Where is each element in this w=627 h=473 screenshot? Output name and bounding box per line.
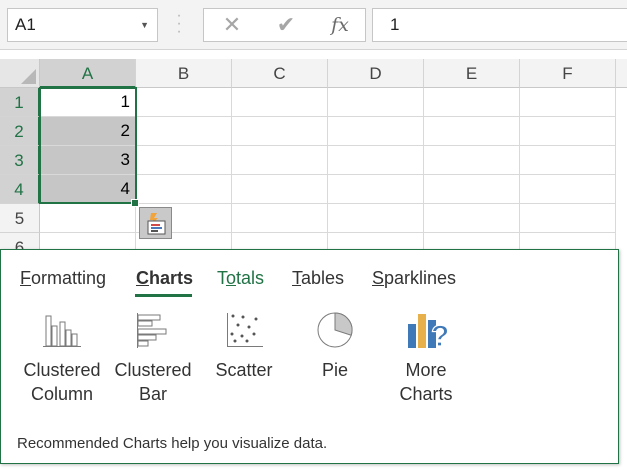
option-clustered-column[interactable]: Clustered Column [21,310,103,406]
cell-d3[interactable] [328,146,424,175]
option-label-line1: Scatter [215,360,273,380]
cell-c4[interactable] [232,175,328,204]
column-header-c[interactable]: C [232,59,328,88]
column-header-d[interactable]: D [328,59,424,88]
option-label-line2: Bar [138,384,167,404]
option-clustered-bar[interactable]: Clustered Bar [113,310,193,406]
option-scatter[interactable]: Scatter [206,310,282,382]
cell-e4[interactable] [424,175,520,204]
option-label-line2: Charts [399,384,453,404]
cell-a2[interactable]: 2 [40,117,136,146]
cell-c3[interactable] [232,146,328,175]
fill-handle[interactable] [131,199,139,207]
name-box-value: A1 [15,15,36,34]
cell-f4[interactable] [520,175,616,204]
cell-a1[interactable]: 1 [40,88,136,117]
cell-b4[interactable] [136,175,232,204]
cell-e2[interactable] [424,117,520,146]
scatter-icon [227,313,263,347]
column-header-e[interactable]: E [424,59,520,88]
cell-c2[interactable] [232,117,328,146]
cell-d5[interactable] [328,204,424,233]
cell-d1[interactable] [328,88,424,117]
tab-totals[interactable]: Totals [217,266,264,290]
row-header-1[interactable]: 1 [0,88,40,117]
tab-charts[interactable]: Charts [136,266,193,290]
chevron-down-icon[interactable]: ▼ [140,9,149,41]
row-header-3[interactable]: 3 [0,146,40,175]
option-label-line2: Column [30,384,94,404]
cell-a4[interactable]: 4 [40,175,136,204]
cell-b1[interactable] [136,88,232,117]
panel-description: Recommended Charts help you visualize da… [17,435,328,452]
formula-buttons: ✕ ✔ fx [203,8,366,42]
svg-text:?: ? [431,320,449,350]
tab-tables[interactable]: Tables [292,266,344,290]
cell-a3[interactable]: 3 [40,146,136,175]
quick-analysis-icon [147,213,166,235]
cell-b3[interactable] [136,146,232,175]
cell-e1[interactable] [424,88,520,117]
cell-f1[interactable] [520,88,616,117]
column-header-b[interactable]: B [136,59,232,88]
cell-f5[interactable] [520,204,616,233]
row-header-2[interactable]: 2 [0,117,40,146]
cell-b2[interactable] [136,117,232,146]
cell-e3[interactable] [424,146,520,175]
clustered-bar-icon [137,313,167,348]
column-header-f[interactable]: F [520,59,616,88]
row-header-4[interactable]: 4 [0,175,40,204]
enter-icon[interactable]: ✔ [272,9,300,41]
formula-bar: A1 ▼ · · · ✕ ✔ fx 1 [0,0,627,50]
tab-formatting[interactable]: Formatting [20,266,106,290]
option-more-charts[interactable]: ? More Charts [391,310,461,406]
option-pie[interactable]: Pie [301,310,369,382]
option-label-line1: Pie [321,360,348,380]
cell-f2[interactable] [520,117,616,146]
cell-c1[interactable] [232,88,328,117]
row-header-5[interactable]: 5 [0,204,40,233]
pie-icon [317,312,353,348]
formula-bar-splitter[interactable]: · · · [176,8,182,40]
name-box[interactable]: A1 ▼ [7,8,158,42]
cell-d2[interactable] [328,117,424,146]
tab-sparklines[interactable]: Sparklines [372,266,456,290]
cell-c5[interactable] [232,204,328,233]
cell-a5[interactable] [40,204,136,233]
insert-function-icon[interactable]: fx [324,9,356,41]
select-all-button[interactable] [0,59,40,88]
formula-input[interactable]: 1 [372,8,627,42]
quick-analysis-panel: Formatting Charts Totals Tables Sparklin… [0,249,619,464]
clustered-column-icon [43,315,81,347]
option-label-line1: Clustered [23,360,101,380]
option-label-line1: Clustered [114,360,192,380]
quick-analysis-button[interactable] [139,207,172,239]
active-tab-indicator [135,294,192,297]
cancel-icon[interactable]: ✕ [218,9,246,41]
cell-f3[interactable] [520,146,616,175]
cell-d4[interactable] [328,175,424,204]
more-charts-icon: ? [408,314,449,350]
column-header-a[interactable]: A [40,59,136,88]
cell-e5[interactable] [424,204,520,233]
column-header-g[interactable] [616,59,627,88]
option-label-line1: More [405,360,447,380]
